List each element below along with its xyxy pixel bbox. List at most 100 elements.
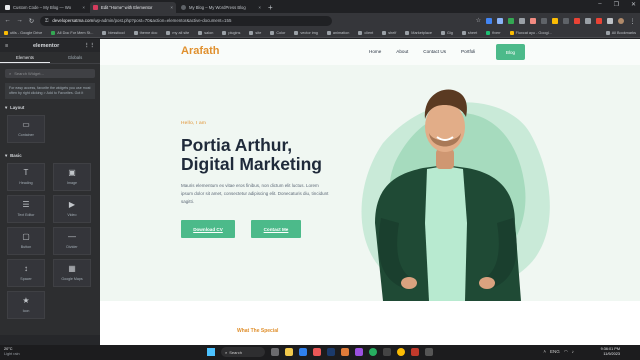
widget-search-input[interactable]: ⌕ Search Widget...	[5, 69, 95, 78]
app-icon[interactable]	[411, 348, 419, 356]
bookmark-folder[interactable]: salon	[198, 30, 213, 35]
bookmark-folder[interactable]: vector img	[294, 30, 318, 35]
bookmark-folder[interactable]: shelf	[382, 30, 396, 35]
browser-tab[interactable]: My Blog – My WordPress Blog ×	[178, 2, 264, 13]
tab-globals[interactable]: Globals	[50, 52, 100, 63]
page-preview: Arafath Home About Contact Us Portfoli B…	[100, 39, 640, 345]
chrome-icon[interactable]	[397, 348, 405, 356]
bookmark-star-icon[interactable]: ☆	[476, 17, 481, 24]
browser-tab-active[interactable]: Edit "Home" with Elementor ×	[90, 2, 176, 13]
bookmark-item[interactable]: fiverr	[486, 30, 501, 35]
widget-button[interactable]: ▢ Button	[7, 227, 45, 255]
widget-container[interactable]: ▭ Container	[7, 115, 45, 143]
browser-tab[interactable]: Custom Code – My Blog — Wo ×	[2, 2, 88, 13]
bookmark-item[interactable]: All Doc For Mem St...	[51, 30, 93, 35]
bookmark-folder[interactable]: Color	[270, 30, 285, 35]
tab-elements[interactable]: Elements	[0, 52, 50, 63]
maximize-icon[interactable]: ❐	[614, 1, 619, 8]
photoshop-icon[interactable]	[327, 348, 335, 356]
bookmark-folder[interactable]: blessfood	[102, 30, 125, 35]
new-tab-button[interactable]: +	[268, 2, 273, 13]
widget-image[interactable]: ▣ Image	[53, 163, 91, 191]
app-icon[interactable]	[341, 348, 349, 356]
bookmark-folder[interactable]: Marketplace	[405, 30, 432, 35]
extension-icon[interactable]	[552, 17, 558, 24]
close-icon[interactable]: ×	[258, 5, 261, 10]
grid-icon[interactable]: ⋮⋮	[84, 43, 95, 49]
button-icon: ▢	[22, 232, 30, 241]
nav-blog-button[interactable]: Blog	[496, 44, 525, 60]
close-window-icon[interactable]: ✕	[631, 1, 636, 8]
chevron-up-icon[interactable]: ˄	[543, 349, 546, 355]
hamburger-icon[interactable]: ≡	[5, 43, 8, 49]
profile-avatar[interactable]	[618, 17, 624, 24]
extension-icon[interactable]	[497, 17, 503, 24]
file-explorer-icon[interactable]	[285, 348, 293, 356]
nav-about[interactable]: About	[396, 49, 408, 54]
windows-start-icon[interactable]	[207, 348, 215, 356]
back-icon[interactable]: ←	[4, 17, 11, 24]
url-path: /wp-admin/post.php?post=70&action=elemen…	[93, 18, 232, 23]
address-bar[interactable]: ⚿ developersatma.com/wp-admin/post.php?p…	[40, 15, 332, 26]
bookmark-folder[interactable]: client	[358, 30, 373, 35]
contact-me-button[interactable]: Contact Me	[251, 220, 301, 238]
app-icon[interactable]	[355, 348, 363, 356]
bookmark-folder[interactable]: Gig	[440, 30, 453, 35]
site-logo[interactable]: Arafath	[181, 45, 220, 57]
widget-divider[interactable]: — Divider	[53, 227, 91, 255]
app-icon[interactable]	[425, 348, 433, 356]
close-icon[interactable]: ×	[170, 5, 173, 10]
extension-icon[interactable]	[486, 17, 492, 24]
taskbar-search[interactable]: ⌕ Search	[221, 347, 265, 357]
bookmark-folder[interactable]: sheet	[461, 30, 477, 35]
all-bookmarks[interactable]: All Bookmarks	[605, 30, 636, 35]
bookmark-folder[interactable]: site	[249, 30, 261, 35]
clock[interactable]: 9:36:01 PM 11/9/2023	[601, 347, 620, 356]
bookmark-folder[interactable]: my all site	[166, 30, 189, 35]
forward-icon[interactable]: →	[16, 17, 23, 24]
download-cv-button[interactable]: Download CV	[181, 220, 235, 238]
caret-down-icon: ▾	[5, 105, 8, 110]
app-icon[interactable]	[313, 348, 321, 356]
reload-icon[interactable]: ↻	[28, 17, 35, 25]
vscode-icon[interactable]	[299, 348, 307, 356]
nav-contact[interactable]: Contact Us	[423, 49, 446, 54]
bookmark-item[interactable]: utils - Google Drive	[4, 30, 42, 35]
weather-condition: Light rain	[4, 351, 20, 356]
bookmark-item[interactable]: Fluxcat ayu - Googl...	[509, 30, 552, 35]
widget-icon[interactable]: ★ Icon	[7, 291, 45, 319]
widget-text-editor[interactable]: ☰ Text Editor	[7, 195, 45, 223]
nav-portfolio[interactable]: Portfoli	[461, 49, 475, 54]
bookmark-folder[interactable]: theme doc	[133, 30, 157, 35]
widget-video[interactable]: ▶ Video	[53, 195, 91, 223]
extension-icon[interactable]	[519, 17, 525, 24]
extension-icon[interactable]	[563, 17, 569, 24]
app-icon[interactable]	[383, 348, 391, 356]
extension-icon[interactable]	[508, 17, 514, 24]
close-icon[interactable]: ×	[82, 5, 85, 10]
taskbar-apps: ⌕ Search	[207, 347, 433, 357]
extension-icon[interactable]	[585, 17, 591, 24]
nav-home[interactable]: Home	[369, 49, 381, 54]
widget-spacer[interactable]: ↕ Spacer	[7, 259, 45, 287]
search-icon: ⌕	[225, 349, 228, 355]
weather-widget[interactable]: 20°C Light rain	[4, 347, 20, 356]
extension-icon[interactable]	[530, 17, 536, 24]
extension-icon[interactable]	[541, 17, 547, 24]
bookmark-folder[interactable]: plugins	[222, 30, 240, 35]
wifi-icon[interactable]: ◠	[564, 349, 568, 355]
widget-google-maps[interactable]: ▦ Google Maps	[53, 259, 91, 287]
minimize-icon[interactable]: –	[598, 1, 601, 8]
menu-icon[interactable]: ⋮	[629, 17, 636, 25]
language-indicator[interactable]: ENG	[550, 349, 560, 355]
extension-icon[interactable]	[596, 17, 602, 24]
whatsapp-icon[interactable]	[369, 348, 377, 356]
star-icon: ★	[22, 296, 30, 305]
extension-icon[interactable]	[574, 17, 580, 24]
bookmark-folder[interactable]: animation	[326, 30, 349, 35]
divider-icon: —	[68, 232, 76, 241]
widget-heading[interactable]: T Heading	[7, 163, 45, 191]
task-view-icon[interactable]	[271, 348, 279, 356]
extension-icon[interactable]	[607, 17, 613, 24]
volume-icon[interactable]: ♪	[572, 349, 574, 355]
